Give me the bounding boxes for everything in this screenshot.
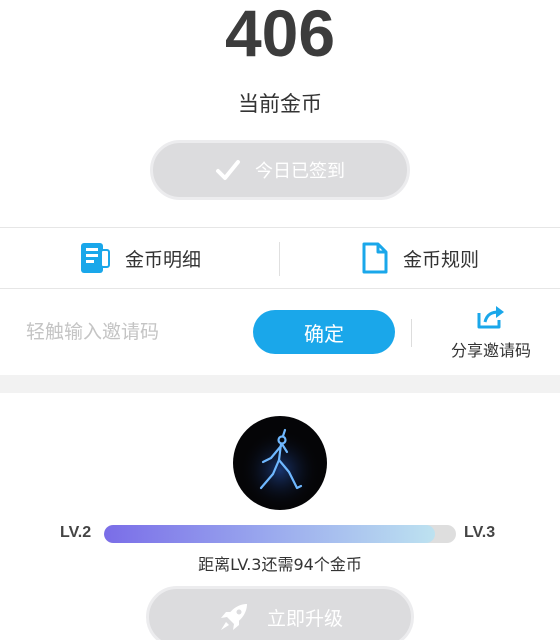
checkin-button[interactable]: 今日已签到 (150, 140, 410, 200)
coin-rules-link[interactable]: 金币规则 (280, 228, 560, 288)
link-divider (279, 242, 280, 276)
confirm-button[interactable]: 确定 (253, 310, 395, 354)
upgrade-button[interactable]: 立即升级 (146, 586, 414, 640)
invite-code-input[interactable] (26, 315, 226, 349)
avatar (233, 416, 327, 510)
coin-rules-label: 金币规则 (402, 248, 479, 271)
section-divider (0, 375, 560, 393)
invite-row: 确定 分享邀请码 (0, 289, 560, 375)
share-invite-label: 分享邀请码 (450, 341, 531, 360)
share-icon (477, 306, 504, 329)
document-list-icon (80, 243, 110, 273)
checkin-label: 今日已签到 (255, 161, 345, 182)
level-progress-fill (104, 525, 435, 543)
share-invite-button[interactable]: 分享邀请码 (436, 303, 546, 361)
next-level: LV.3 (464, 524, 496, 541)
invite-divider (411, 319, 412, 347)
level-need-text: 距离LV.3还需94个金币 (198, 555, 362, 574)
rocket-icon (220, 604, 247, 630)
jumpman-logo-icon (240, 426, 320, 506)
current-level: LV.2 (60, 524, 92, 541)
level-progress-bar (104, 525, 456, 543)
checkmark-icon (216, 160, 240, 180)
coin-detail-link[interactable]: 金币明细 (0, 228, 280, 288)
file-icon (362, 242, 388, 274)
coin-count: 406 (224, 0, 336, 70)
coin-label: 当前金币 (238, 92, 322, 116)
upgrade-label: 立即升级 (266, 607, 343, 630)
coin-links-row: 金币明细 金币规则 (0, 227, 560, 289)
coin-detail-label: 金币明细 (124, 248, 201, 271)
